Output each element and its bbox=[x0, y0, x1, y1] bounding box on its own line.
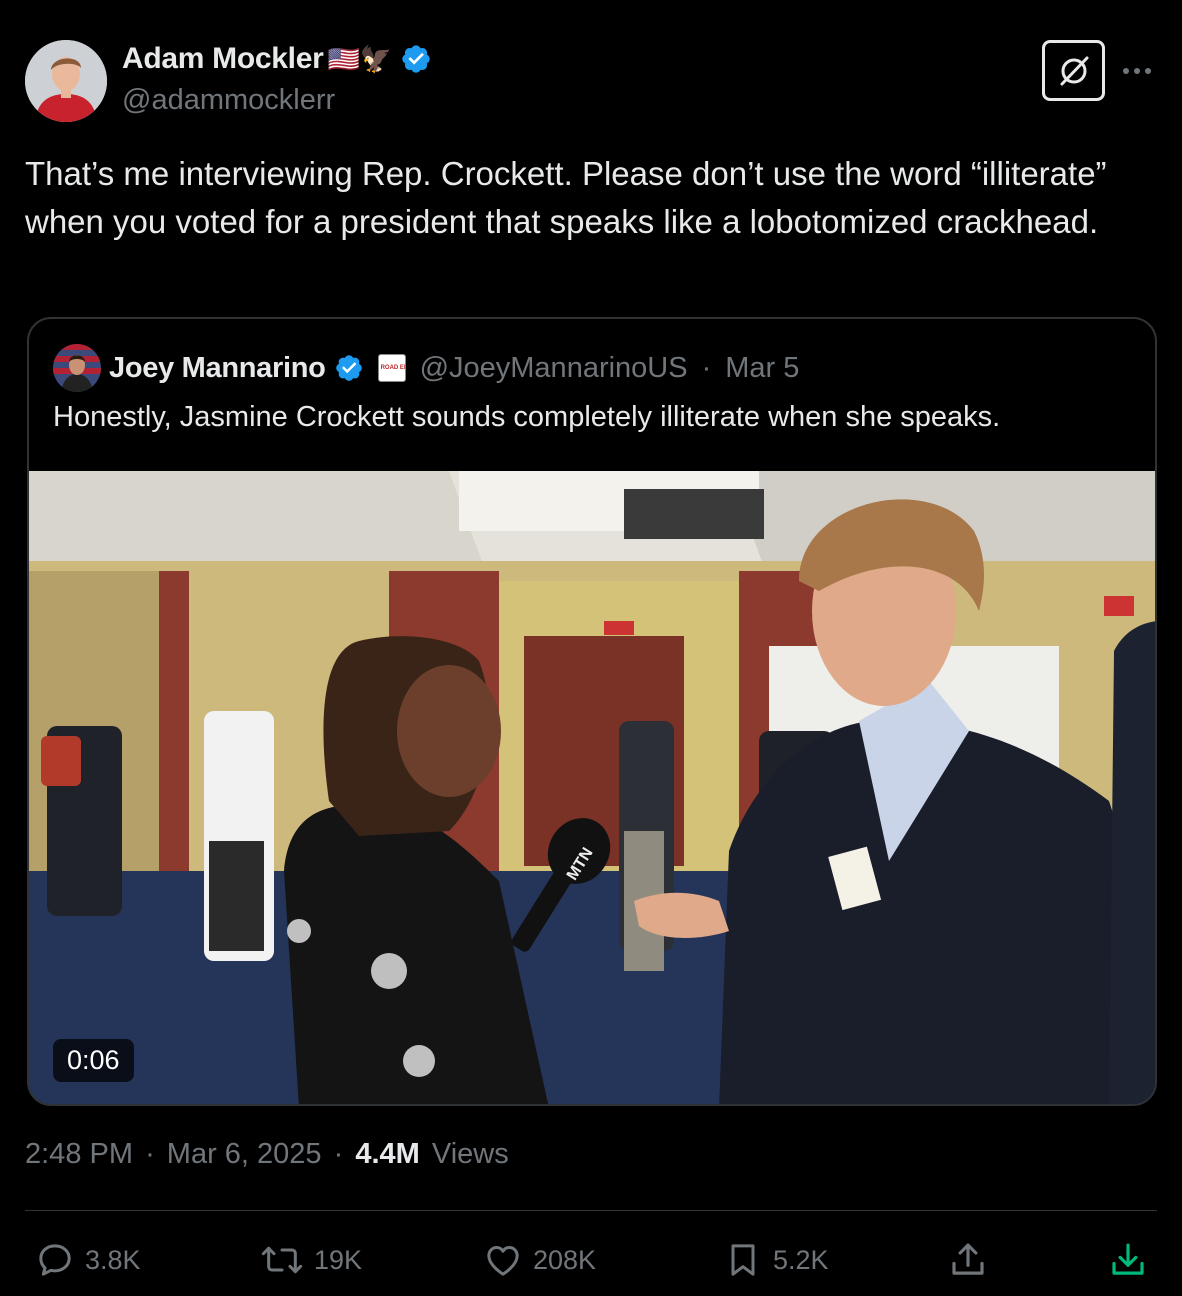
author-display-name[interactable]: Adam Mockler bbox=[122, 42, 324, 76]
reply-count: 3.8K bbox=[85, 1244, 141, 1275]
author-name-emoji: 🇺🇸🦅 bbox=[327, 43, 393, 74]
repost-icon bbox=[261, 1246, 303, 1274]
tweet-time[interactable]: 2:48 PM bbox=[25, 1138, 133, 1170]
share-icon bbox=[952, 1243, 984, 1275]
author-avatar[interactable] bbox=[25, 40, 107, 122]
repost-count: 19K bbox=[314, 1244, 363, 1275]
like-icon bbox=[487, 1246, 519, 1276]
reply-icon bbox=[39, 1244, 71, 1276]
download-icon bbox=[1112, 1243, 1144, 1275]
reply-button[interactable]: 3.8K bbox=[35, 1232, 141, 1288]
bookmark-icon bbox=[731, 1244, 755, 1276]
quoted-header: Joey Mannarino ROAD ELECTION @JoeyMannar… bbox=[53, 344, 799, 392]
quoted-display-name[interactable]: Joey Mannarino bbox=[109, 352, 326, 385]
video-duration: 0:06 bbox=[53, 1039, 134, 1082]
meta-separator: · bbox=[145, 1138, 155, 1170]
views-label: Views bbox=[431, 1138, 509, 1170]
download-button[interactable] bbox=[1107, 1232, 1149, 1288]
quoted-date[interactable]: Mar 5 bbox=[725, 352, 799, 385]
views-count[interactable]: 4.4M bbox=[355, 1138, 419, 1170]
affiliate-badge-text: ROAD ELECTION bbox=[380, 364, 405, 371]
quoted-avatar[interactable] bbox=[53, 344, 101, 392]
affiliate-badge[interactable]: ROAD ELECTION bbox=[377, 354, 406, 382]
author-handle[interactable]: @adammocklerr bbox=[122, 84, 335, 117]
quoted-handle[interactable]: @JoeyMannarinoUS bbox=[420, 352, 688, 385]
tweet-date[interactable]: Mar 6, 2025 bbox=[167, 1138, 322, 1170]
quoted-separator: · bbox=[701, 351, 712, 384]
repost-button[interactable]: 19K bbox=[260, 1232, 362, 1288]
share-button[interactable] bbox=[947, 1232, 989, 1288]
grok-icon bbox=[1060, 56, 1088, 85]
author-name-row[interactable]: Adam Mockler 🇺🇸🦅 bbox=[122, 42, 432, 76]
quoted-avatar-image bbox=[53, 344, 101, 392]
tweet-meta: 2:48 PM · Mar 6, 2025 · 4.4M Views bbox=[25, 1138, 509, 1171]
action-bar: 3.8K 19K 208K 5.2K bbox=[25, 1232, 1157, 1288]
tweet-text: That’s me interviewing Rep. Crockett. Pl… bbox=[25, 155, 1107, 240]
verified-badge-icon bbox=[400, 43, 432, 75]
bookmark-button[interactable]: 5.2K bbox=[723, 1232, 829, 1288]
more-options-button[interactable] bbox=[1122, 56, 1152, 76]
more-icon bbox=[1123, 68, 1151, 74]
meta-separator: · bbox=[333, 1138, 344, 1170]
divider bbox=[25, 1210, 1157, 1211]
quoted-text: Honestly, Jasmine Crockett sounds comple… bbox=[53, 401, 1001, 433]
like-button[interactable]: 208K bbox=[483, 1232, 596, 1288]
grok-button[interactable] bbox=[1042, 40, 1105, 101]
quoted-video[interactable]: MTN 0:06 bbox=[29, 471, 1155, 1104]
like-count: 208K bbox=[533, 1244, 597, 1275]
author-avatar-image bbox=[25, 40, 107, 122]
verified-badge-icon bbox=[334, 353, 364, 383]
bookmark-count: 5.2K bbox=[773, 1244, 829, 1275]
video-thumbnail: MTN bbox=[29, 471, 1155, 1104]
quoted-tweet[interactable]: Joey Mannarino ROAD ELECTION @JoeyMannar… bbox=[27, 317, 1157, 1106]
